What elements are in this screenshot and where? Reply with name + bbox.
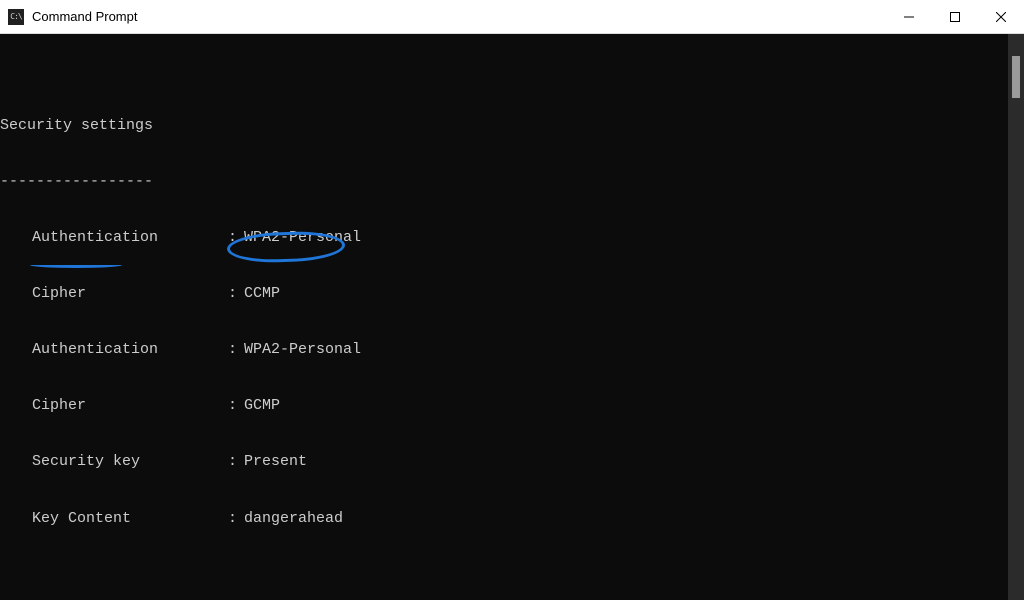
cmd-icon: C:\ [8, 9, 24, 25]
window-title: Command Prompt [32, 9, 886, 24]
minimize-button[interactable] [886, 0, 932, 34]
kv-row: Cipher: CCMP [0, 285, 1008, 304]
kv-value: CCMP [244, 285, 280, 304]
kv-row: Key Content: dangerahead [0, 510, 1008, 529]
console-area: Security settings ----------------- Auth… [0, 34, 1024, 600]
maximize-button[interactable] [932, 0, 978, 34]
kv-label: Authentication [32, 229, 228, 248]
kv-value: WPA2-Personal [244, 341, 361, 360]
kv-value-highlighted: dangerahead [244, 510, 343, 529]
kv-value: GCMP [244, 397, 280, 416]
title-bar[interactable]: C:\ Command Prompt [0, 0, 1024, 34]
kv-row: Authentication: WPA2-Personal [0, 341, 1008, 360]
kv-row: Security key: Present [0, 453, 1008, 472]
kv-label: Security key [32, 453, 228, 472]
scrollbar-thumb[interactable] [1012, 56, 1020, 98]
kv-row: Cipher: GCMP [0, 397, 1008, 416]
close-button[interactable] [978, 0, 1024, 34]
underline-annotation [30, 262, 122, 268]
vertical-scrollbar[interactable] [1008, 34, 1024, 600]
kv-label: Key Content [32, 510, 228, 529]
console-output[interactable]: Security settings ----------------- Auth… [0, 34, 1008, 600]
kv-label: Cipher [32, 285, 228, 304]
kv-row: Authentication: WPA2-Personal [0, 229, 1008, 248]
kv-label: Authentication [32, 341, 228, 360]
kv-value: Present [244, 453, 307, 472]
window-controls [886, 0, 1024, 34]
kv-label: Cipher [32, 397, 228, 416]
kv-value: WPA2-Personal [244, 229, 361, 248]
security-heading: Security settings [0, 117, 1008, 136]
security-divider: ----------------- [0, 173, 1008, 192]
